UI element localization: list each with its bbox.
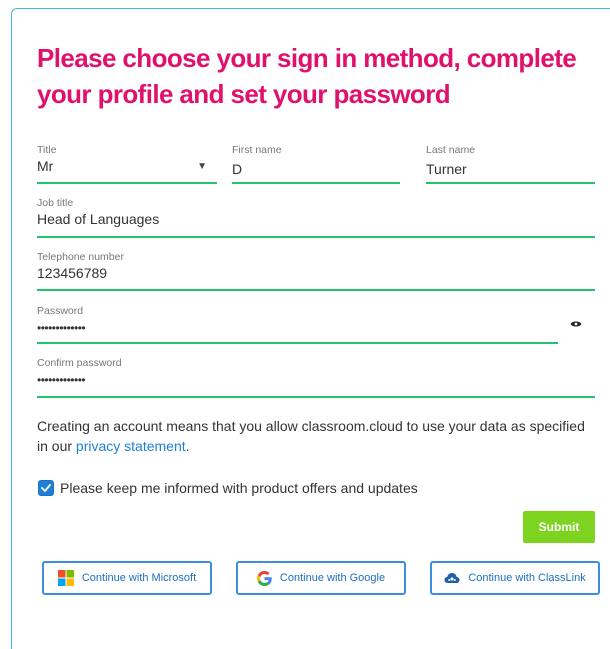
- page-title: Please choose your sign in method, compl…: [37, 43, 577, 109]
- continue-with-microsoft-button[interactable]: Continue with Microsoft: [42, 561, 212, 595]
- telephone-input[interactable]: 123456789: [37, 265, 107, 281]
- first-name-input[interactable]: D: [232, 161, 242, 177]
- confirm-password-input[interactable]: •••••••••••••: [37, 373, 86, 387]
- eye-icon[interactable]: [570, 320, 582, 328]
- password-field[interactable]: Password •••••••••••••: [37, 305, 558, 344]
- confirm-password-underline: [37, 396, 595, 398]
- updates-checkbox-label: Please keep me informed with product off…: [60, 480, 418, 496]
- last-name-field[interactable]: Last name Turner: [426, 144, 595, 184]
- password-input[interactable]: •••••••••••••: [37, 321, 86, 335]
- title-select[interactable]: Title Mr ▼: [37, 144, 217, 184]
- telephone-field[interactable]: Telephone number 123456789: [37, 251, 595, 291]
- consent-suffix: .: [185, 438, 190, 454]
- telephone-label: Telephone number: [37, 251, 124, 263]
- caret-down-icon: ▼: [197, 161, 207, 172]
- password-label: Password: [37, 305, 84, 317]
- first-name-label: First name: [232, 144, 282, 156]
- job-title-field[interactable]: Job title Head of Languages: [37, 197, 595, 238]
- submit-button[interactable]: Submit: [523, 511, 595, 543]
- title-underline: [37, 182, 217, 184]
- google-logo-icon: [256, 570, 272, 586]
- updates-checkbox[interactable]: [38, 480, 54, 496]
- job-title-label: Job title: [37, 197, 74, 209]
- first-name-field[interactable]: First name D: [232, 144, 400, 184]
- job-title-input[interactable]: Head of Languages: [37, 211, 159, 227]
- last-name-label: Last name: [426, 144, 476, 156]
- microsoft-logo-icon: [57, 570, 74, 586]
- privacy-statement-link[interactable]: privacy statement: [76, 438, 186, 454]
- checkmark-icon: [41, 484, 51, 492]
- google-button-label: Continue with Google: [279, 572, 386, 584]
- last-name-underline: [426, 182, 595, 184]
- consent-text: Creating an account means that you allow…: [37, 416, 597, 456]
- classlink-cloud-icon: [444, 572, 460, 584]
- microsoft-button-label: Continue with Microsoft: [81, 572, 197, 584]
- continue-with-classlink-button[interactable]: Continue with ClassLink: [430, 561, 600, 595]
- confirm-password-field[interactable]: Confirm password •••••••••••••: [37, 357, 595, 398]
- continue-with-google-button[interactable]: Continue with Google: [236, 561, 406, 595]
- confirm-password-label: Confirm password: [37, 357, 122, 369]
- updates-checkbox-row[interactable]: Please keep me informed with product off…: [38, 480, 418, 496]
- first-name-underline: [232, 182, 400, 184]
- password-underline: [37, 342, 558, 344]
- telephone-underline: [37, 289, 595, 291]
- classlink-button-label: Continue with ClassLink: [468, 572, 586, 584]
- last-name-input[interactable]: Turner: [426, 161, 467, 177]
- title-label: Title: [37, 144, 57, 156]
- title-value: Mr: [37, 158, 54, 174]
- job-title-underline: [37, 236, 595, 238]
